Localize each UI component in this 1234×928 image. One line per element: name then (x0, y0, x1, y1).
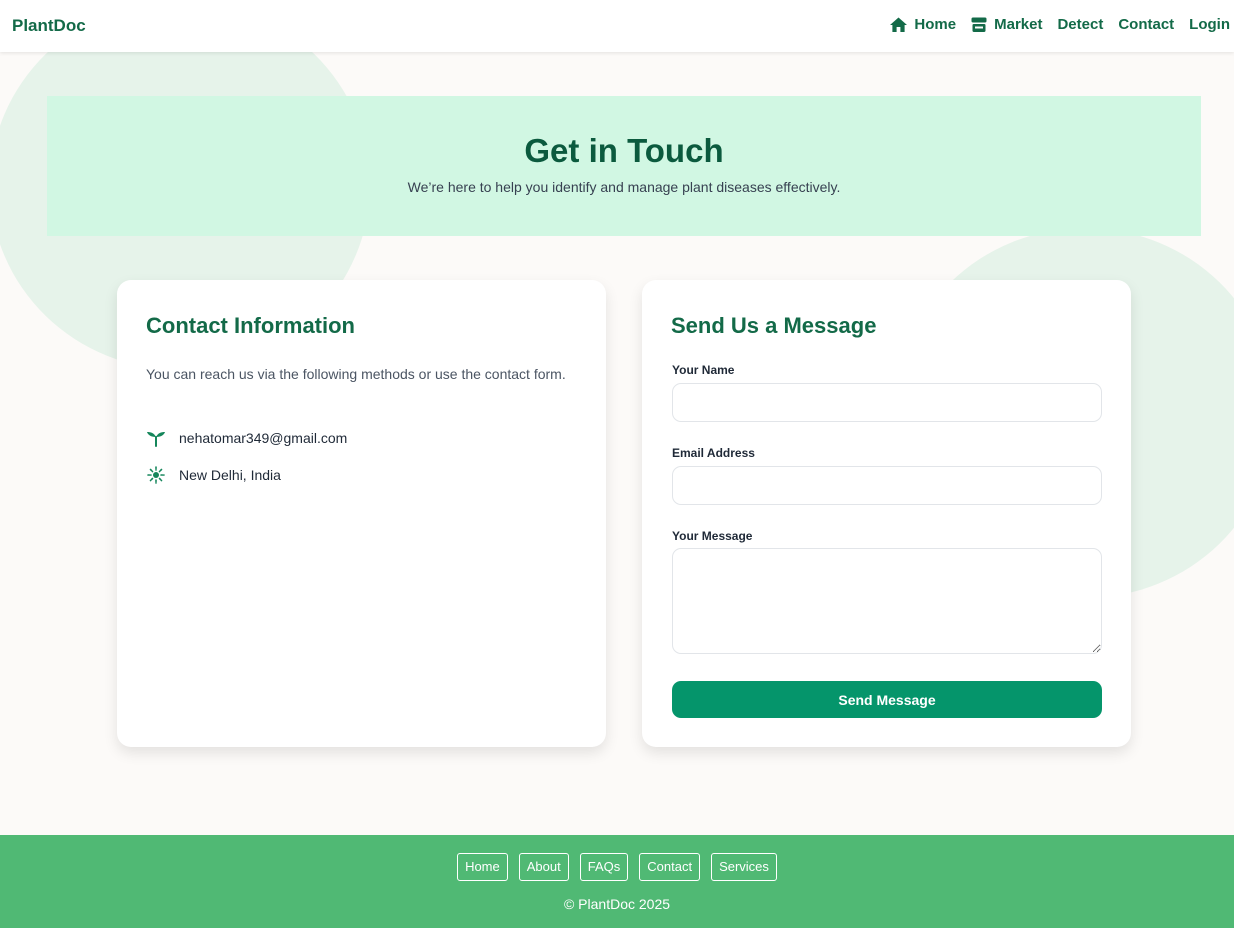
nav-market-label: Market (994, 16, 1043, 33)
email-input[interactable] (672, 466, 1102, 505)
hero-subtitle: We’re here to help you identify and mana… (407, 179, 841, 195)
send-message-button[interactable]: Send Message (672, 681, 1102, 718)
nav-login-label: Login (1189, 16, 1230, 33)
nav-detect-label: Detect (1057, 16, 1104, 33)
hero-title: Get in Touch (524, 132, 724, 169)
contact-location: New Delhi, India (179, 467, 281, 483)
message-form-card: Send Us a Message Your Name Email Addres… (642, 280, 1131, 747)
message-label: Your Message (672, 529, 753, 543)
nav-contact-label: Contact (1118, 16, 1175, 33)
contact-info-title: Contact Information (146, 313, 355, 338)
copyright-text: © PlantDoc 2025 (563, 896, 671, 912)
nav-detect-link[interactable]: Detect (1057, 16, 1103, 33)
nav-home-link[interactable]: Home (890, 16, 956, 33)
hero-banner: Get in Touch We’re here to help you iden… (47, 96, 1201, 236)
home-icon (890, 17, 908, 32)
contact-location-row: New Delhi, India (146, 466, 281, 484)
nav-contact-link[interactable]: Contact (1118, 16, 1174, 33)
footer-links: Home About FAQs Contact Services (0, 853, 1234, 881)
email-label: Email Address (672, 446, 755, 460)
contact-info-card: Contact Information You can reach us via… (117, 280, 606, 747)
nav-links: Home Market Detect Contact Login (890, 16, 1230, 33)
footer-link-contact[interactable]: Contact (639, 853, 701, 881)
footer-link-faqs[interactable]: FAQs (579, 853, 629, 881)
brand-logo[interactable]: PlantDoc (12, 16, 86, 36)
message-textarea[interactable] (672, 548, 1102, 654)
contact-info-description: You can reach us via the following metho… (146, 366, 566, 382)
nav-login-link[interactable]: Login (1189, 16, 1230, 33)
sprout-icon (146, 429, 166, 447)
footer: Home About FAQs Contact Services © Plant… (0, 835, 1234, 928)
navbar: PlantDoc Home Market Detect Contact Logi… (0, 0, 1234, 52)
footer-link-services[interactable]: Services (711, 853, 777, 881)
nav-home-label: Home (914, 16, 957, 33)
nav-market-link[interactable]: Market (971, 16, 1042, 33)
form-title: Send Us a Message (671, 313, 877, 338)
location-icon (146, 466, 166, 484)
footer-link-about[interactable]: About (518, 853, 569, 881)
name-label: Your Name (672, 363, 735, 377)
contact-email-row: nehatomar349@gmail.com (146, 429, 347, 447)
name-input[interactable] (672, 383, 1102, 422)
contact-email[interactable]: nehatomar349@gmail.com (179, 430, 347, 446)
store-icon (971, 17, 987, 32)
footer-link-home[interactable]: Home (457, 853, 508, 881)
